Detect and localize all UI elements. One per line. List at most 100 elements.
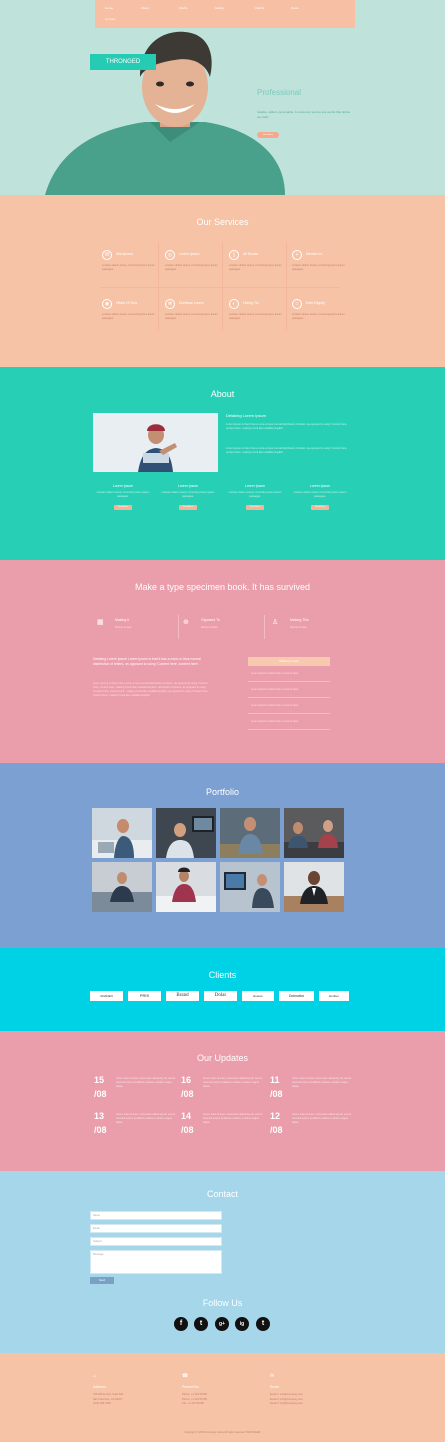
- tumblr-icon[interactable]: t: [256, 1317, 270, 1331]
- feature-item: ▦ Making It Market at date: [97, 618, 132, 629]
- portfolio-title: Portfolio: [205, 787, 240, 797]
- service-item[interactable]: ▯ All Mouse Lorisam dolem ciueny xmnorcing…: [229, 250, 289, 290]
- update-item[interactable]: 11/08 Aorum dolor sit amet, consectetur a…: [270, 1075, 355, 1111]
- about-paragraph: Lorem ipsum is that it has a more-or-les…: [226, 447, 348, 454]
- client-logo[interactable]: Dolar: [204, 991, 237, 1001]
- about-column: Lorem Ipsum Lorisam dolem ciueny xmnorcin…: [228, 484, 282, 510]
- update-item[interactable]: 14/08 Aorum dolor sit amet, consectetur a…: [181, 1111, 266, 1147]
- portfolio-image[interactable]: [284, 862, 344, 912]
- footer-section: ⌂ Address 756 Wilson Ave, Suite 600 San …: [0, 1353, 445, 1442]
- update-item[interactable]: 12/08 Aorum dolor sit amet, consectetur a…: [270, 1111, 355, 1147]
- target-icon: ◉: [102, 299, 112, 309]
- service-item[interactable]: ✻ Dominac Lorem Lorisam dolem ciueny xmnor…: [165, 299, 225, 339]
- twitter-icon[interactable]: t: [194, 1317, 208, 1331]
- nav-item-home[interactable]: Home: [105, 6, 113, 10]
- portfolio-image[interactable]: [156, 808, 216, 858]
- calendar-icon: ▦: [97, 619, 104, 626]
- feature-item: ♙ Making This Market at date: [272, 618, 309, 629]
- instagram-icon[interactable]: ig: [235, 1317, 249, 1331]
- nav-item-works[interactable]: Works: [179, 6, 187, 10]
- updates-section: Our Updates 15/08 Aorum dolor sit amet, c…: [0, 1031, 445, 1171]
- list-item[interactable]: Lorem ipsum is that it has a more-or-les…: [248, 714, 330, 730]
- feature-item: ⊕ Opposed To Market at date: [183, 618, 220, 629]
- list-item[interactable]: Lorem ipsum is that it has a more-or-les…: [248, 682, 330, 698]
- name-field[interactable]: Name: [90, 1211, 222, 1220]
- contact-section: Contact Name Email Subject Message Send …: [0, 1171, 445, 1353]
- updates-title: Our Updates: [196, 1053, 249, 1063]
- services-section: Our Services W Wordpress Lorisam dolem ciu…: [0, 195, 445, 367]
- compass-icon: ◎: [165, 250, 175, 260]
- client-logo[interactable]: Brand: [166, 991, 199, 1001]
- type-section: Make a type specimen book. It has surviv…: [0, 560, 445, 763]
- read-more-button[interactable]: Read More: [179, 505, 197, 510]
- service-item[interactable]: ◎ Lorem Ipsum Lorisam dolem ciueny xmnorci…: [165, 250, 225, 290]
- service-item[interactable]: + Mention In Lorisam dolem ciueny xmnorcin…: [292, 250, 352, 290]
- subject-field[interactable]: Subject: [90, 1237, 222, 1246]
- nav-item-about[interactable]: About: [141, 6, 149, 10]
- about-image: [93, 413, 218, 472]
- portfolio-image[interactable]: [92, 808, 152, 858]
- facebook-icon[interactable]: f: [174, 1317, 188, 1331]
- about-section: About Delaking Lorem Ipsum Lorem ipsum i…: [0, 367, 445, 560]
- home-icon: ⌂: [93, 1373, 97, 1379]
- service-item[interactable]: ☆ Exer Dignity Lorisam dolem ciueny xmnorc…: [292, 299, 352, 339]
- update-item[interactable]: 16/08 Aorum dolor sit amet, consectetur a…: [181, 1075, 266, 1111]
- hero-section: Home About Works Gallery Clients News Co…: [0, 0, 445, 195]
- about-heading: Delaking Lorem Ipsum: [226, 413, 267, 418]
- client-logo[interactable]: Everes: [242, 991, 274, 1001]
- portfolio-image[interactable]: [220, 862, 280, 912]
- copyright: Copyright © 2015 Company name All rights…: [184, 1431, 261, 1434]
- type-body: Lorem ipsum is that it has a more-or-les…: [93, 682, 209, 697]
- portfolio-section: Portfolio: [0, 763, 445, 948]
- contact-title: Contact: [206, 1189, 239, 1199]
- type-lead: Delaking Lorem Ipsum Lorem Ipsum is that…: [93, 657, 201, 666]
- list-item[interactable]: Lorem ipsum is that it has a more-or-les…: [248, 666, 330, 682]
- email-field[interactable]: Email: [90, 1224, 222, 1233]
- globe-icon: ⊕: [183, 619, 189, 626]
- clients-section: Clients ANADEN PRIS Brand Dolar Everes D…: [0, 948, 445, 1031]
- plus-icon: +: [292, 250, 302, 260]
- update-item[interactable]: 13/08 Aorum dolor sit amet, consectetur a…: [94, 1111, 179, 1147]
- phone-icon: ☎: [182, 1373, 189, 1379]
- client-logo[interactable]: ANADEN: [90, 991, 123, 1001]
- read-more-button[interactable]: Read More: [114, 505, 132, 510]
- message-field[interactable]: Message: [90, 1250, 222, 1274]
- service-item[interactable]: ◉ Hitate Of Sea Lorisam dolem ciueny xmnor…: [102, 299, 162, 339]
- client-logo[interactable]: Dotmatics: [279, 991, 314, 1001]
- list-box: Making It cook Lorem ipsum is that it ha…: [248, 657, 330, 730]
- read-more-button[interactable]: Read More: [311, 505, 329, 510]
- about-column: Lorem Ipsum Lorisam dolem ciueny xmnorcin…: [161, 484, 215, 510]
- brand-logo[interactable]: THRONGED: [90, 54, 156, 70]
- list-item[interactable]: Lorem ipsum is that it has a more-or-les…: [248, 698, 330, 714]
- list-title: Making It cook: [248, 657, 330, 666]
- about-column: Lorem Ipsum Lorisam dolem ciueny xmnorcin…: [96, 484, 150, 510]
- google-plus-icon[interactable]: g+: [215, 1317, 229, 1331]
- portfolio-image[interactable]: [92, 862, 152, 912]
- user-icon: ♙: [272, 619, 279, 626]
- mouse-icon: ▯: [229, 250, 239, 260]
- nav-item-clients[interactable]: Clients: [255, 6, 264, 10]
- service-item[interactable]: W Wordpress Lorisam dolem ciueny xmnorcing…: [102, 250, 162, 290]
- client-logo[interactable]: Emitter: [319, 991, 349, 1001]
- nav-item-news[interactable]: News: [291, 6, 299, 10]
- about-column: Lorem Ipsum Lorisam dolem ciueny xmnorcin…: [293, 484, 347, 510]
- hero-person-image: [40, 22, 290, 195]
- nav-item-gallery[interactable]: Gallery: [215, 6, 225, 10]
- gear-icon: ✻: [165, 299, 175, 309]
- send-button[interactable]: Send: [90, 1277, 114, 1284]
- portfolio-image[interactable]: [284, 808, 344, 858]
- service-item[interactable]: ◐ Hiding Tiu Lorisam dolem ciueny xmnorcin…: [229, 299, 289, 339]
- nav-item-contact[interactable]: Contact: [105, 17, 115, 21]
- about-title: About: [210, 389, 235, 399]
- hero-read-more-button[interactable]: Read More: [257, 132, 279, 138]
- wordpress-icon: W: [102, 250, 112, 260]
- client-logo[interactable]: PRIS: [128, 991, 161, 1001]
- hero-text: reliable, skilled, personable, & consume…: [257, 110, 351, 119]
- hero-heading: Professional: [257, 88, 302, 97]
- update-item[interactable]: 15/08 Aorum dolor sit amet, consectetur a…: [94, 1075, 179, 1111]
- follow-us-title: Follow Us: [202, 1298, 243, 1308]
- read-more-button[interactable]: Read More: [246, 505, 264, 510]
- portfolio-image[interactable]: [220, 808, 280, 858]
- star-icon: ☆: [292, 299, 302, 309]
- portfolio-image[interactable]: [156, 862, 216, 912]
